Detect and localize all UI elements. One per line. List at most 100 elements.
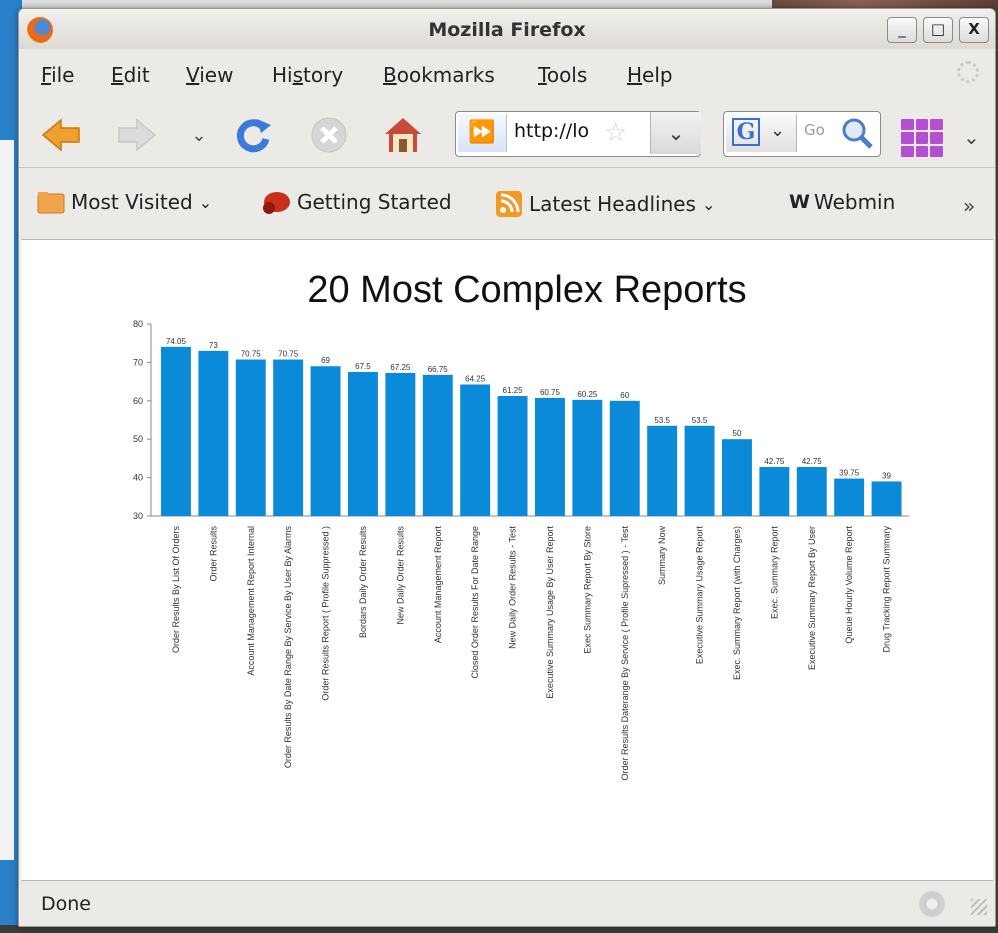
category-label: Exec. Summary Report (with Charges) (732, 526, 742, 680)
y-tick-label: 60 (133, 396, 143, 406)
gear-icon[interactable] (917, 889, 947, 919)
toolbar-overflow-chevron-icon[interactable]: ⌄ (963, 125, 980, 149)
grid-cell (901, 145, 914, 157)
firefox-window: Mozilla Firefox _ □ X File Edit View His… (18, 8, 996, 927)
folder-icon (37, 192, 65, 214)
menu-history[interactable]: History (272, 63, 343, 87)
bar (422, 374, 453, 516)
category-label: Executive Summary Usage Report (695, 526, 705, 665)
bar-value-label: 64.25 (465, 374, 486, 383)
forward-button[interactable] (117, 115, 157, 155)
category-label: Exec. Summary Report (769, 526, 779, 620)
menu-edit[interactable]: Edit (111, 63, 150, 87)
menu-help[interactable]: Help (627, 63, 673, 87)
bar-value-label: 70.75 (278, 350, 299, 359)
close-button[interactable]: X (959, 17, 989, 43)
bar (273, 359, 304, 516)
menu-view[interactable]: View (186, 63, 233, 87)
navigation-toolbar: ⌄ ⏩ http://lo ☆ ⌄ G ⌄ Go ⌄ (19, 99, 995, 167)
menu-tools-label: ools (546, 63, 588, 87)
activity-throbber-icon (957, 61, 979, 83)
back-button[interactable] (41, 115, 81, 155)
window-title: Mozilla Firefox (428, 19, 586, 41)
title-bar[interactable]: Mozilla Firefox _ □ X (19, 9, 995, 49)
home-icon (385, 118, 421, 152)
history-dropdown-chevron-icon[interactable]: ⌄ (179, 115, 219, 155)
bar-value-label: 61.25 (503, 386, 524, 395)
search-icon[interactable] (840, 116, 874, 150)
url-dropdown-chevron-icon[interactable]: ⌄ (650, 112, 701, 154)
reload-button[interactable] (233, 115, 273, 155)
bookmark-webmin[interactable]: W Webmin (789, 190, 895, 214)
category-label: Closed Order Results For Date Range (470, 526, 480, 679)
bookmark-getting-started[interactable]: Getting Started (261, 190, 452, 214)
resize-grip-icon[interactable] (971, 899, 987, 915)
bar-value-label: 50 (733, 429, 742, 438)
app-grid-icon[interactable] (901, 119, 943, 157)
category-label: New Daily Order Results - Test (508, 526, 518, 649)
menu-file[interactable]: File (41, 63, 74, 87)
menu-help-label: elp (642, 63, 673, 87)
bar (796, 467, 827, 516)
home-button[interactable] (383, 115, 423, 155)
stop-button[interactable] (309, 115, 349, 155)
bookmarks-toolbar: Most Visited ⌄ Getting Started Latest He… (19, 167, 995, 240)
bar-value-label: 39 (882, 471, 891, 480)
category-label: Account Management Report (433, 526, 443, 644)
search-engine-chevron-icon: ⌄ (770, 120, 786, 141)
category-label: Order Results Report ( Profile Suppresse… (321, 526, 331, 701)
grid-cell (915, 145, 929, 157)
y-tick-label: 80 (133, 319, 143, 329)
grid-cell (930, 119, 943, 131)
menu-bookmarks[interactable]: Bookmarks (383, 63, 495, 87)
grid-cell (915, 132, 929, 144)
menu-history-mnemonic: s (292, 63, 304, 87)
category-label: Executive Summary Usage By User Report (545, 526, 555, 699)
menu-tools-mnemonic: T (538, 63, 547, 87)
google-icon: G (732, 118, 760, 146)
bookmark-webmin-label: Webmin (813, 190, 896, 214)
grid-cell (930, 145, 943, 157)
search-bar[interactable]: G ⌄ Go (723, 111, 881, 157)
minimize-button[interactable]: _ (887, 17, 917, 43)
category-label: Drug Tracking Report Summary (882, 526, 892, 653)
menu-bookmarks-label: ookmarks (396, 63, 495, 87)
chevron-down-icon: ⌄ (701, 194, 716, 214)
stop-icon (311, 117, 347, 153)
bar (497, 396, 528, 516)
bookmarks-overflow-button[interactable]: » (963, 194, 975, 218)
back-arrow-icon (41, 118, 80, 152)
grid-cell (901, 119, 914, 131)
y-tick-label: 30 (133, 511, 143, 521)
maximize-button[interactable]: □ (923, 17, 953, 43)
reload-icon (236, 119, 271, 153)
bar-value-label: 60.25 (577, 390, 598, 399)
menu-bar: File Edit View History Bookmarks Tools H… (19, 49, 995, 99)
bar (722, 439, 752, 516)
menu-tools[interactable]: Tools (538, 63, 587, 87)
url-bar[interactable]: ⏩ http://lo ☆ ⌄ (455, 111, 701, 157)
bar-value-label: 39.75 (839, 469, 860, 478)
bookmark-star-icon[interactable]: ☆ (604, 118, 627, 148)
category-label: Queue Hourly Volume Report (844, 526, 854, 644)
bar-value-label: 67.5 (355, 362, 371, 371)
bookmark-latest-headlines[interactable]: Latest Headlines ⌄ (495, 190, 715, 218)
search-engine-selector[interactable]: G ⌄ (726, 114, 797, 152)
bar-value-label: 53.5 (692, 416, 708, 425)
bar-value-label: 66.75 (428, 365, 449, 374)
category-label: Summary Now (657, 526, 667, 586)
bar-value-label: 60 (620, 391, 629, 400)
menu-help-mnemonic: H (627, 63, 643, 87)
bar (310, 366, 341, 516)
bar (834, 478, 865, 516)
bar (235, 359, 266, 516)
category-label: Order Results Daterange By Service ( Pro… (620, 526, 630, 781)
bar (647, 425, 678, 516)
menu-bookmarks-mnemonic: B (383, 63, 397, 87)
category-label: Order Results By List Of Orders (171, 526, 181, 654)
search-input[interactable]: Go (804, 121, 825, 139)
go-arrows-icon[interactable]: ⏩ (458, 114, 507, 152)
bookmark-most-visited[interactable]: Most Visited ⌄ (37, 190, 212, 214)
bar (609, 400, 640, 516)
url-text[interactable]: http://lo (514, 120, 596, 142)
